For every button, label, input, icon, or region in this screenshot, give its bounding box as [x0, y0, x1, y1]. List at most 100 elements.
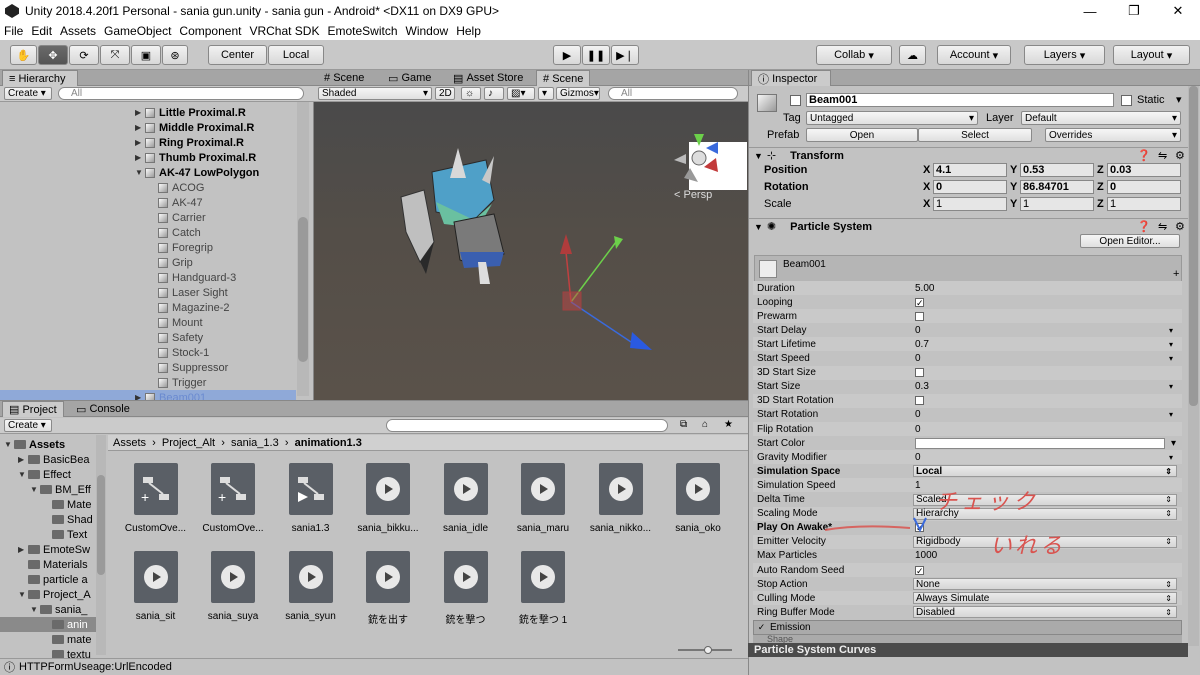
hierarchy-item[interactable]: Trigger: [0, 375, 296, 390]
chevron-down-icon[interactable]: ▾: [1169, 354, 1173, 363]
folder-foldout-icon[interactable]: ▼: [30, 485, 40, 494]
particle-system-header[interactable]: ▼ ✺ Particle System ❓ ⇋ ⚙: [749, 218, 1189, 234]
particle-property-field[interactable]: 0 ▾: [913, 353, 1177, 365]
step-button[interactable]: ▶❘: [611, 45, 639, 65]
audio-toggle-icon[interactable]: ♪: [484, 87, 504, 100]
minimize-icon[interactable]: —: [1068, 0, 1112, 22]
project-create-dropdown[interactable]: Create ▾: [4, 419, 52, 432]
foldout-arrow-icon[interactable]: ▼: [135, 168, 145, 177]
color-swatch[interactable]: [915, 437, 1165, 449]
prefab-open-button[interactable]: Open: [806, 128, 918, 142]
filter-type-icon[interactable]: ⧉: [680, 419, 687, 430]
particle-property-field[interactable]: 0 ▾: [913, 451, 1177, 463]
particle-help-icon[interactable]: ❓: [1137, 220, 1151, 233]
chevron-down-icon[interactable]: ⇕: [1165, 537, 1172, 546]
folder-tree-item[interactable]: ▼ BM_Eff: [0, 482, 96, 497]
particle-curves-header[interactable]: Particle System Curves: [748, 643, 1188, 657]
hierarchy-search-input[interactable]: All: [58, 87, 304, 100]
hierarchy-item[interactable]: AK-47: [0, 195, 296, 210]
help-icon[interactable]: ❓: [1137, 149, 1151, 162]
asset-item[interactable]: + CustomOve...: [196, 463, 271, 553]
object-name-field[interactable]: Beam001: [806, 93, 1114, 107]
folder-foldout-icon[interactable]: ▼: [18, 590, 28, 599]
asset-item[interactable]: sania_oko: [661, 463, 736, 553]
asset-item[interactable]: sania_sit: [118, 551, 193, 641]
hierarchy-item[interactable]: Magazine-2: [0, 300, 296, 315]
particle-property-checkbox[interactable]: [913, 367, 1177, 379]
tab-scene-1[interactable]: # Scene: [318, 70, 370, 86]
checkbox[interactable]: [915, 311, 924, 321]
chevron-down-icon[interactable]: ⇕: [1165, 594, 1172, 603]
asset-item[interactable]: 銃を出す: [351, 551, 426, 641]
filter-label-icon[interactable]: ⌂: [702, 419, 708, 430]
folder-tree-item[interactable]: ▼ Assets: [0, 437, 96, 452]
particle-foldout-icon[interactable]: ▼: [754, 222, 763, 232]
prefab-overrides-dropdown[interactable]: Overrides ▾: [1045, 128, 1181, 142]
account-dropdown[interactable]: Account ▾: [937, 45, 1011, 65]
prefab-select-button[interactable]: Select: [918, 128, 1032, 142]
menu-item-window[interactable]: Window: [402, 24, 453, 38]
transform-header[interactable]: ▼ ⊹ Transform ❓ ⇋ ⚙: [749, 147, 1189, 163]
folder-tree-item[interactable]: mate: [0, 632, 96, 647]
chevron-down-icon[interactable]: ▾: [1171, 438, 1176, 449]
folder-tree-item[interactable]: Materials: [0, 557, 96, 572]
asset-item[interactable]: sania_suya: [196, 551, 271, 641]
orientation-gizmo[interactable]: [674, 134, 747, 190]
menu-item-emoteswitch[interactable]: EmoteSwitch: [323, 24, 401, 38]
tab-console[interactable]: ▭ Console: [70, 401, 136, 417]
rotation-y-field[interactable]: 86.84701: [1020, 180, 1094, 194]
particle-property-dropdown[interactable]: Local ⇕: [913, 465, 1177, 478]
hierarchy-item[interactable]: Safety: [0, 330, 296, 345]
emission-module-header[interactable]: ✓ Emission: [753, 620, 1182, 635]
layers-dropdown[interactable]: Layers ▾: [1024, 45, 1105, 65]
breadcrumb-item-assets[interactable]: Assets: [113, 437, 146, 449]
scale-tool-icon[interactable]: ⤧: [100, 45, 130, 65]
shading-mode-dropdown[interactable]: Shaded ▾: [318, 87, 432, 100]
hierarchy-item[interactable]: ▼ AK-47 LowPolygon: [0, 165, 296, 180]
particle-property-dropdown[interactable]: None ⇕: [913, 578, 1177, 591]
chevron-down-icon[interactable]: ▾: [1169, 410, 1173, 419]
menu-item-edit[interactable]: Edit: [27, 24, 56, 38]
asset-item[interactable]: sania_maru: [506, 463, 581, 553]
folder-tree-item[interactable]: ▶ BasicBea: [0, 452, 96, 467]
chevron-down-icon[interactable]: ⇕: [1165, 580, 1172, 589]
hierarchy-item[interactable]: ▶ Middle Proximal.R: [0, 120, 296, 135]
tag-dropdown[interactable]: Untagged ▾: [806, 111, 978, 125]
favorite-icon[interactable]: ★: [724, 419, 733, 430]
add-module-icon[interactable]: +: [1173, 268, 1179, 280]
hand-tool-icon[interactable]: ✋: [10, 45, 37, 65]
pivot-center-button[interactable]: Center: [208, 45, 267, 65]
static-checkbox[interactable]: [1121, 95, 1132, 106]
effects-toggle-icon[interactable]: ▨▾: [507, 87, 535, 100]
hierarchy-item[interactable]: ▶ Thumb Proximal.R: [0, 150, 296, 165]
particle-property-field[interactable]: 0 ▾: [913, 324, 1177, 336]
foldout-arrow-icon[interactable]: ▶: [135, 108, 145, 117]
particle-property-checkbox[interactable]: ✓: [913, 296, 1177, 308]
chevron-down-icon[interactable]: ⇕: [1165, 467, 1172, 476]
scale-y-field[interactable]: 1: [1020, 197, 1094, 211]
folder-tree-item[interactable]: ▼ sania_: [0, 602, 96, 617]
tab-game[interactable]: ▭ Game: [382, 70, 437, 86]
particle-main-module-header[interactable]: Beam001 +: [754, 255, 1182, 283]
folder-foldout-icon[interactable]: ▶: [18, 455, 28, 464]
hierarchy-item[interactable]: Suppressor: [0, 360, 296, 375]
preset-icon[interactable]: ⇋: [1158, 149, 1167, 162]
play-button[interactable]: ▶: [553, 45, 581, 65]
move-gizmo[interactable]: [560, 234, 652, 350]
tab-project[interactable]: ▤ Project: [2, 401, 64, 417]
lighting-toggle-icon[interactable]: ☼: [461, 87, 481, 100]
move-tool-icon[interactable]: ✥: [38, 45, 68, 65]
asset-item[interactable]: + CustomOve...: [118, 463, 193, 553]
gear-icon[interactable]: ⚙: [1175, 149, 1185, 162]
hierarchy-item[interactable]: Foregrip: [0, 240, 296, 255]
scene-visibility-icon[interactable]: ▾: [538, 87, 554, 100]
chevron-down-icon[interactable]: ▾: [1169, 382, 1173, 391]
particle-gear-icon[interactable]: ⚙: [1175, 220, 1185, 233]
folder-tree-item[interactable]: ▶ EmoteSw: [0, 542, 96, 557]
scale-z-field[interactable]: 1: [1107, 197, 1181, 211]
hierarchy-item[interactable]: ▶ Beam001: [0, 390, 296, 400]
static-dropdown-icon[interactable]: ▾: [1176, 93, 1182, 106]
asset-item[interactable]: sania_bikku...: [351, 463, 426, 553]
foldout-arrow-icon[interactable]: ▶: [135, 393, 145, 400]
collab-button[interactable]: Collab ▾: [816, 45, 892, 65]
